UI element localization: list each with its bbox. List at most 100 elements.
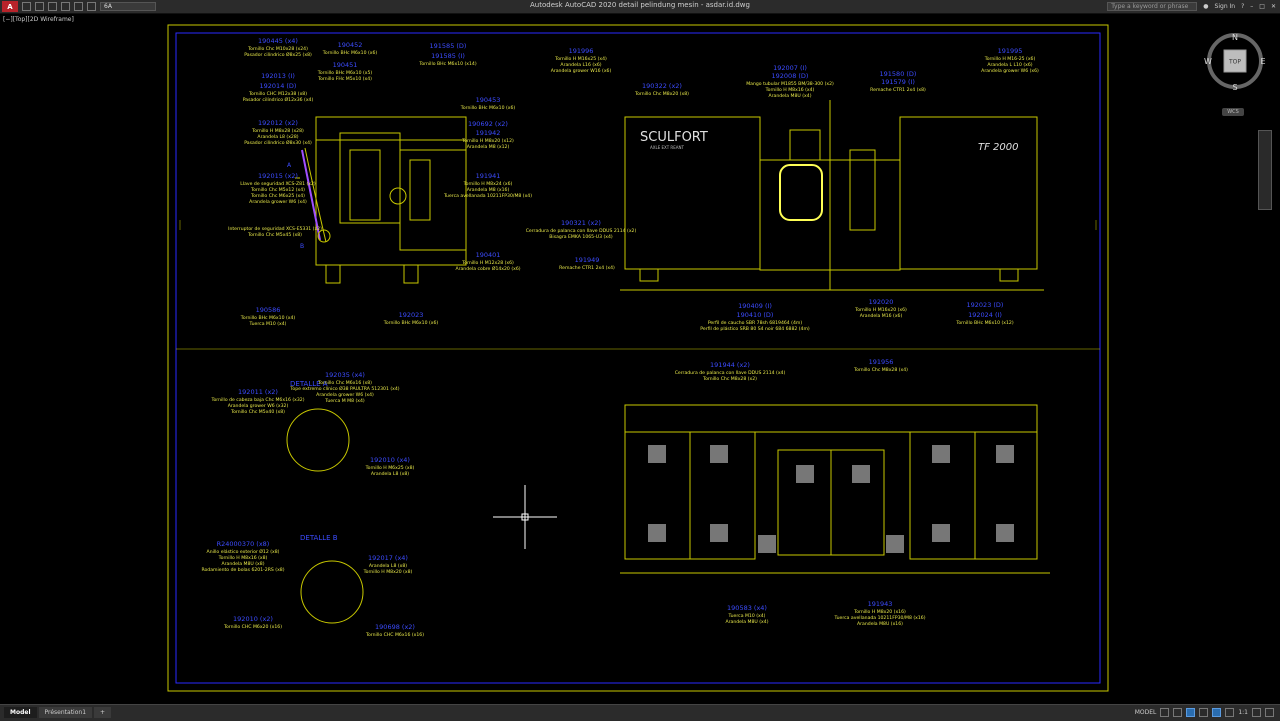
search-input[interactable]: Type a keyword or phrase xyxy=(1107,2,1198,11)
part-code: 191585 (D) xyxy=(430,42,467,50)
help-icon[interactable]: ? xyxy=(1241,3,1244,10)
callout-12: 190692 (x2) xyxy=(468,120,508,128)
compass-south[interactable]: S xyxy=(1232,83,1237,92)
part-description: Arandela M8U (x16) xyxy=(857,621,903,627)
maximize-icon[interactable]: □ xyxy=(1259,3,1265,10)
part-description: Arandela L16 (x6) xyxy=(560,62,601,68)
callout-37: 192010 (x4)Tornillo H M6x25 (x8)Arandela… xyxy=(365,456,415,477)
ortho-icon[interactable] xyxy=(1186,708,1196,717)
callout-28: 192020Tornillo H M16x20 (x6)Arandela M16… xyxy=(854,298,907,319)
part-description: Tornillo H M8x24 (x6) xyxy=(463,181,513,187)
wcs-menu[interactable]: WCS xyxy=(1222,108,1244,116)
layout-tabs: Model Présentation1 + xyxy=(4,707,112,718)
part-description: Tornillo Chc M5x40 (x8) xyxy=(230,409,285,415)
part-description: Tornillo Chc M10x28 (x24) xyxy=(247,46,308,52)
user-icon[interactable]: ● xyxy=(1203,3,1208,10)
part-description: Arandela M8 (x12) xyxy=(467,144,510,150)
part-code: 191942 xyxy=(476,129,501,137)
navigation-bar[interactable] xyxy=(1258,130,1272,210)
part-description: Tornillo BHc M6x10 (x6) xyxy=(383,320,439,326)
part-code: 190586 xyxy=(256,306,281,314)
part-code: 191995 xyxy=(998,47,1023,55)
part-description: Anillo elástico exterior Ø12 (x8) xyxy=(207,548,280,555)
part-description: Tornillo Chc M8x28 (x4) xyxy=(853,367,908,373)
brand-logo: SCULFORT xyxy=(640,130,708,145)
add-layout-button[interactable]: + xyxy=(94,707,112,718)
part-description: Remache CTR1 2x4 (x4) xyxy=(559,265,615,271)
callout-14: 191941Tornillo H M8x24 (x6)Arandela M8 (… xyxy=(443,172,532,199)
callout-31: 191944 (x2)Cerradura de palanca con llav… xyxy=(675,361,786,382)
callout-4: 192015 (x2)Llave de seguridad XCS-Z81 (x… xyxy=(240,172,316,205)
viewcube[interactable]: TOP N S W E xyxy=(1204,30,1266,92)
tab-layout1[interactable]: Présentation1 xyxy=(38,707,93,718)
part-code: 190410 (D) xyxy=(737,311,774,319)
marker-b: B xyxy=(300,243,304,250)
polar-icon[interactable] xyxy=(1199,708,1209,717)
model-space-toggle[interactable]: MODEL xyxy=(1135,709,1157,716)
annotation-scale[interactable]: 1:1 xyxy=(1238,709,1248,716)
osnap-icon[interactable] xyxy=(1212,708,1222,717)
part-description: Arandela M8U (x8) xyxy=(222,561,265,567)
part-code: 190322 (x2) xyxy=(642,82,682,90)
part-code: 192035 (x4) xyxy=(325,371,365,379)
part-description: Tornillo Chc M6x25 (x4) xyxy=(250,193,305,199)
part-description: Pasador cilíndrico Ø8x30 (x4) xyxy=(244,139,312,146)
part-description: Tornillo H M8x16 (x4) xyxy=(765,87,815,93)
part-code: 190698 (x2) xyxy=(375,623,415,631)
callout-15: 190401Tornillo H M12x28 (x6)Arandela cob… xyxy=(455,251,520,272)
part-description: Arandela M8U (x4) xyxy=(726,619,769,625)
part-code: 191585 (I) xyxy=(431,52,465,60)
callout-35: 192011 (x2)Tornillo de cabeza baja Chc M… xyxy=(210,388,304,415)
part-description: Tornillo H M8x20 (x12) xyxy=(461,138,514,144)
callout-38: R24000370 (x8)Anillo elástico exterior Ø… xyxy=(201,540,284,573)
part-description: Bisagra EMKA 1065-U3 (x4) xyxy=(549,234,613,240)
part-code: 192014 (D) xyxy=(260,82,297,90)
callout-5: Interruptor de seguridad XCS-E5331 (x2)T… xyxy=(228,226,322,238)
customize-icon[interactable] xyxy=(1265,708,1274,717)
part-description: Arandela grower W16 (x6) xyxy=(551,68,612,74)
callout-30: 192024 (I)Tornillo BHc M6x10 (x12) xyxy=(955,311,1014,326)
minimize-icon[interactable]: – xyxy=(1250,3,1253,10)
part-code: 190453 xyxy=(476,96,501,104)
part-description: Cerradura de palanca con llave DDUS 2114… xyxy=(675,370,786,376)
callout-3: 192012 (x2)Tornillo H M8x28 (x28)Arandel… xyxy=(244,119,312,146)
grid-icon[interactable] xyxy=(1160,708,1170,717)
sheet-border xyxy=(167,24,1109,692)
part-code: 192024 (I) xyxy=(968,311,1002,319)
callout-27: 190410 (D)Perfil de caucho SBR 78sh 6819… xyxy=(700,311,810,332)
part-description: Tornillo H M16x25 (x4) xyxy=(554,56,607,62)
compass-east[interactable]: E xyxy=(1260,57,1265,66)
part-code: 192020 xyxy=(869,298,894,306)
compass-west[interactable]: W xyxy=(1204,57,1212,66)
title-bar: A 6A Autodesk AutoCAD 2020 detail pelind… xyxy=(0,0,1280,14)
part-description: Tuerca M10 (x4) xyxy=(249,321,287,327)
part-description: Pasador cilíndrico Ø8x25 (x8) xyxy=(244,51,312,58)
callout-29: 192023 (D) xyxy=(967,301,1004,309)
title-right-tools: Type a keyword or phrase ● Sign In ? – □… xyxy=(1107,1,1276,12)
part-code: 191580 (D) xyxy=(880,70,917,78)
part-code: 190401 xyxy=(476,251,501,259)
part-description: Tornillo H M12x28 (x6) xyxy=(461,260,514,266)
callout-10: 191585 (I)Tornillo BHc M6x10 (x14) xyxy=(418,52,477,67)
lineweight-icon[interactable] xyxy=(1225,708,1235,717)
part-description: Tornillo H M16-25 (x6) xyxy=(984,56,1036,62)
viewcube-face[interactable]: TOP xyxy=(1228,59,1241,66)
part-description: Tornillo BHc M6x10 (x14) xyxy=(418,61,477,67)
compass-north[interactable]: N xyxy=(1232,33,1238,42)
part-description: Tornillo Chc M8x20 (x8) xyxy=(634,91,689,97)
sign-in-link[interactable]: Sign In xyxy=(1215,3,1236,10)
callout-39: 192017 (x4)Arandela L8 (x8)Tornillo H M8… xyxy=(363,554,413,575)
snap-icon[interactable] xyxy=(1173,708,1183,717)
drawing-canvas[interactable]: A B SCULFORT AXLE EXT REANT TF 2000 DETA… xyxy=(0,13,1280,704)
part-description: Arandela M16 (x6) xyxy=(860,313,903,319)
part-description: Arandela grower W6 (x32) xyxy=(228,403,289,409)
close-icon[interactable]: ✕ xyxy=(1271,3,1276,10)
gear-icon[interactable] xyxy=(1252,708,1261,717)
part-description: Tornillo FHc M5x10 (x4) xyxy=(317,76,372,82)
part-code: 192010 (x4) xyxy=(370,456,410,464)
part-description: Tornillo Chc M5x45 (x8) xyxy=(247,232,302,238)
tab-model[interactable]: Model xyxy=(4,707,37,718)
part-code: 191579 (I) xyxy=(881,78,915,86)
part-description: Tornillo BHc M6x10 (x5) xyxy=(317,70,373,76)
detail-b-title: DETALLE B xyxy=(300,534,338,542)
